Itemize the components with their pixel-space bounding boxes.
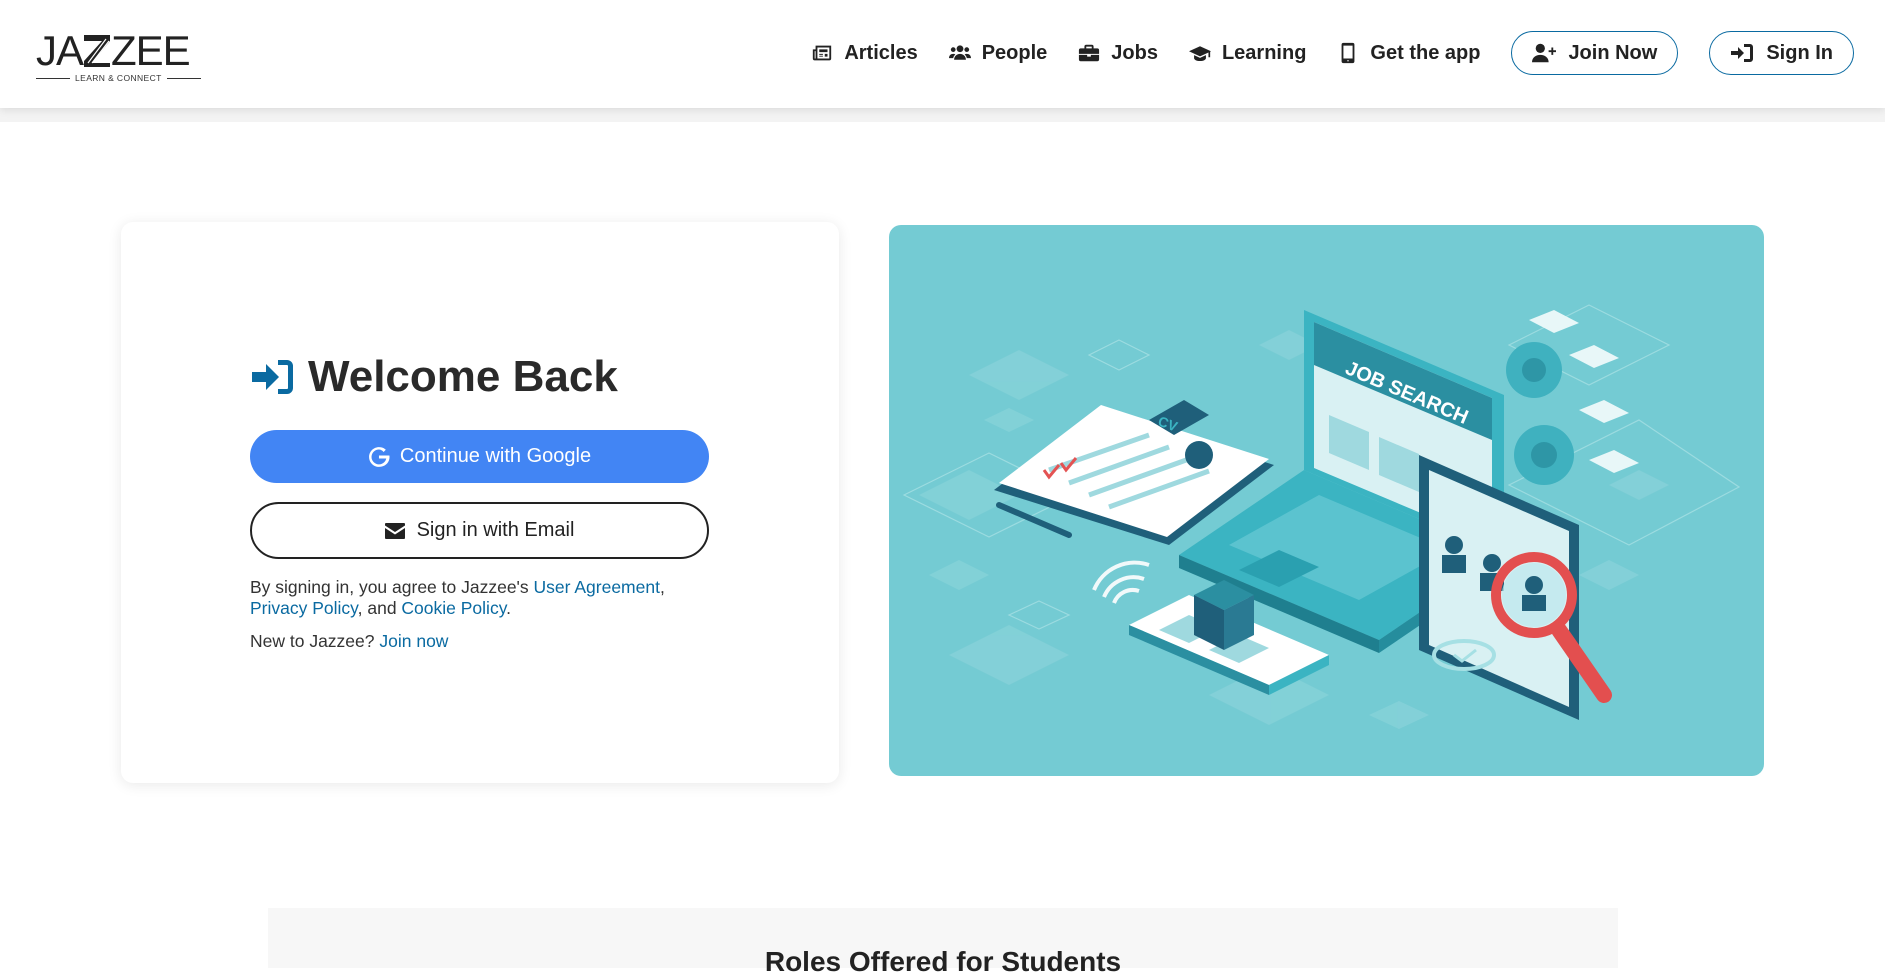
sign-in-icon [1731,44,1754,62]
terms-text: By signing in, you agree to Jazzee's Use… [250,577,720,619]
new-prefix: New to Jazzee? [250,631,380,651]
join-now-label: Join Now [1568,41,1658,64]
nav-articles-label: Articles [844,41,918,64]
graduation-cap-icon [1188,46,1211,62]
cookie-policy-link[interactable]: Cookie Policy [401,598,506,618]
newspaper-icon [813,45,832,61]
welcome-title: Welcome Back [308,352,618,401]
nav-get-app-label: Get the app [1370,41,1481,64]
roles-section: Roles Offered for Students [268,908,1618,977]
new-to-jazzee-text: New to Jazzee? Join now [250,631,448,652]
sign-in-with-email-button[interactable]: Sign in with Email [250,502,709,559]
user-plus-icon [1532,43,1557,63]
users-icon [948,45,971,60]
sign-in-label: Sign In [1766,41,1833,64]
nav-jobs-label: Jobs [1111,41,1158,64]
sign-in-arrow-icon [252,360,293,394]
envelope-icon [384,522,405,539]
email-button-label: Sign in with Email [416,519,575,541]
terms-comma: , [659,577,665,597]
user-agreement-link[interactable]: User Agreement [534,577,660,597]
nav-learning[interactable]: Learning [1188,41,1307,65]
terms-prefix: By signing in, you agree to Jazzee's [250,577,534,597]
main-nav: Articles People Jobs Learning Get the ap… [811,0,1885,106]
logo-wordmark: JA ZEE [36,30,206,72]
nav-people[interactable]: People [948,41,1048,65]
mobile-icon [1342,42,1355,64]
logo-text-left: JA [36,27,84,74]
logo-text-right: ZEE [111,27,191,74]
roles-section-title: Roles Offered for Students [764,946,1122,977]
nav-people-label: People [981,41,1048,64]
privacy-policy-link[interactable]: Privacy Policy [250,598,358,618]
nav-jobs[interactable]: Jobs [1078,42,1158,65]
nav-get-app[interactable]: Get the app [1337,42,1480,65]
join-now-link[interactable]: Join now [379,631,448,651]
top-navbar: JA ZEE LEARN & CONNECT Articles People J… [0,0,1885,108]
logo-z-mark [82,33,112,69]
google-button-label: Continue with Google [399,445,592,467]
logo-tagline-text: LEARN & CONNECT [75,73,162,83]
logo-tagline: LEARN & CONNECT [36,73,206,83]
welcome-heading: Welcome Back [250,352,618,402]
terms-period: . [506,598,512,618]
job-search-artwork: JOB SEARCH CV [902,304,1741,729]
job-search-illustration: JOB SEARCH CV [889,225,1764,776]
jazzee-logo[interactable]: JA ZEE LEARN & CONNECT [36,30,206,84]
google-g-icon [368,446,390,467]
join-now-button[interactable]: Join Now [1511,31,1679,75]
continue-with-google-button[interactable]: Continue with Google [250,430,709,483]
nav-articles[interactable]: Articles [811,41,918,65]
sign-in-button[interactable]: Sign In [1709,31,1854,75]
nav-learning-label: Learning [1221,41,1307,64]
terms-and: , and [357,598,402,618]
header-shadow-band [0,108,1885,122]
briefcase-icon [1079,44,1100,62]
